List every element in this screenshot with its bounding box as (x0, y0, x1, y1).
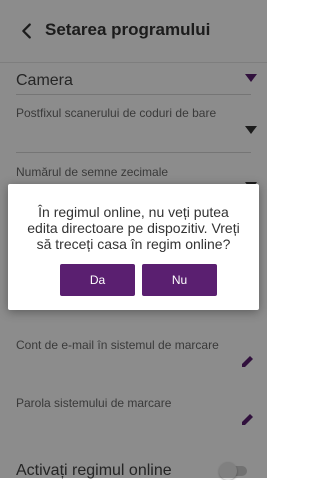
confirm-online-dialog: În regimul online, nu veți putea edita d… (8, 184, 259, 310)
settings-screen: Setarea programului Camera Postfixul sca… (0, 0, 267, 480)
yes-button[interactable]: Da (60, 264, 135, 296)
dialog-message: În regimul online, nu veți putea edita d… (27, 204, 240, 252)
no-button[interactable]: Nu (142, 264, 217, 296)
